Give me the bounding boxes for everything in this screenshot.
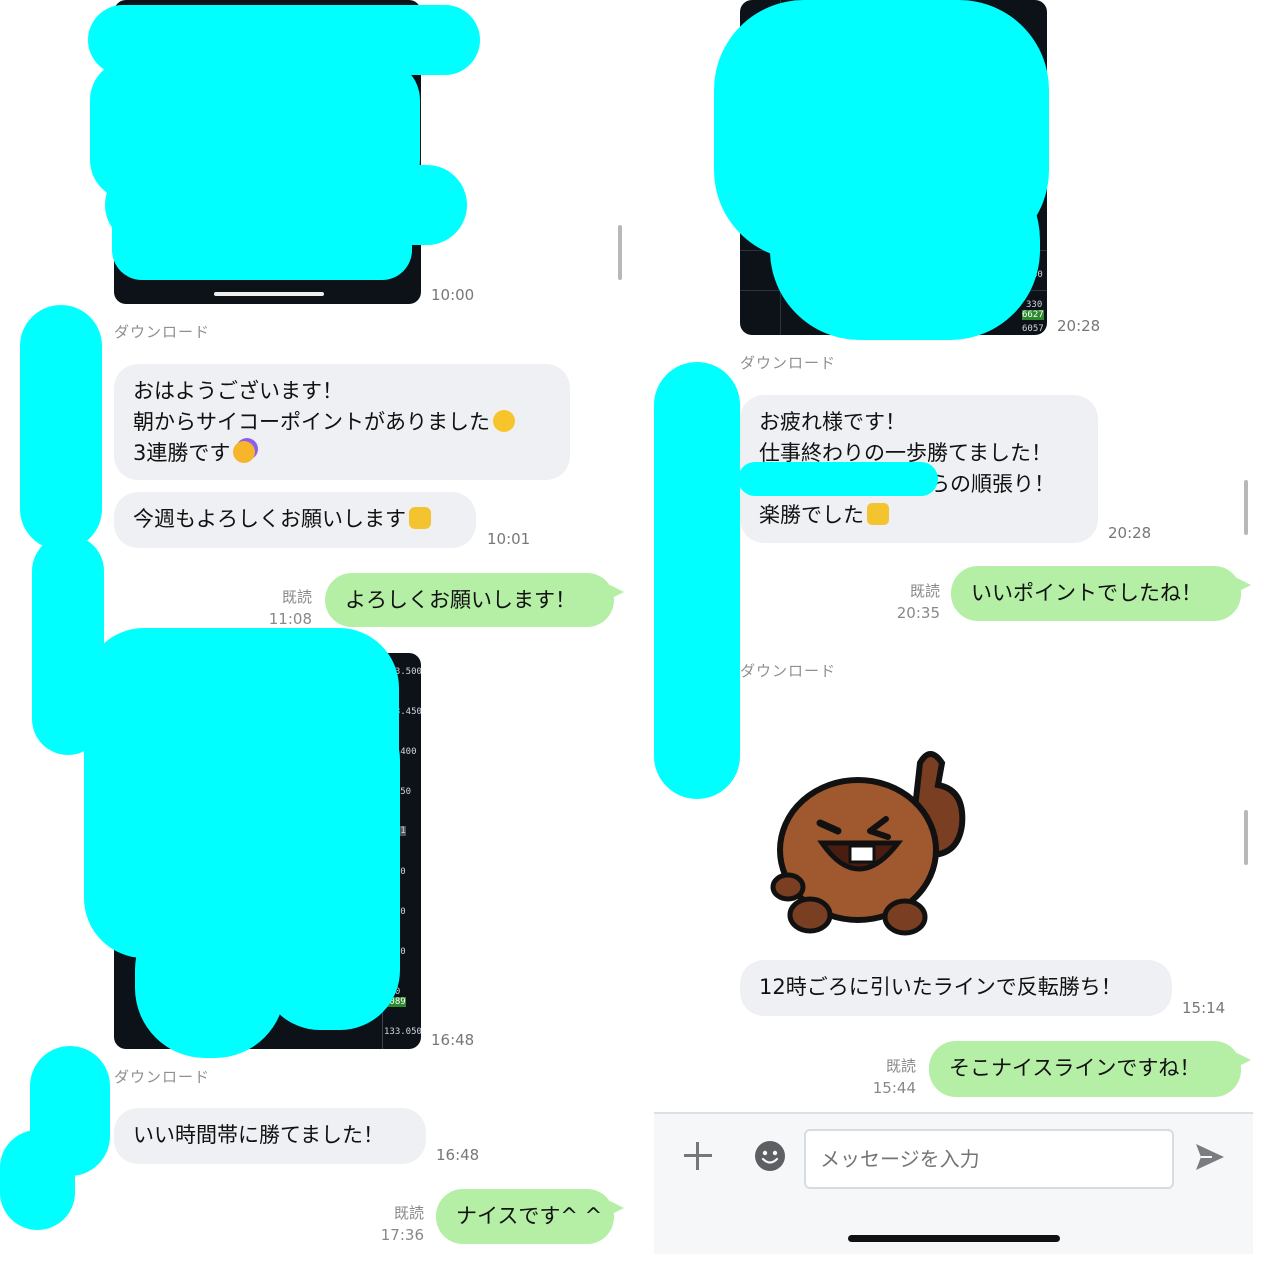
download-link[interactable]: ダウンロード [740,352,836,373]
read-receipt: 既読 20:35 [878,580,940,624]
message-line: 朝からサイコーポイントがありました [133,410,490,434]
message-time: 15:44 [872,1079,916,1097]
message-time: 11:08 [268,610,312,628]
scrollbar[interactable] [1244,810,1248,865]
message-time: 10:01 [487,530,531,548]
plus-icon[interactable] [684,1142,712,1170]
message-text: よろしくお願いします！ [345,588,576,612]
read-label: 既読 [885,1057,916,1075]
message-line: 3連勝です [133,441,231,465]
redaction-blob [738,462,938,496]
home-indicator [848,1235,1060,1242]
sticker-foot [882,898,928,936]
message-text: 今週もよろしくお願いします [133,507,406,531]
outgoing-message-bubble[interactable]: ナイスです^ ^ [436,1189,624,1244]
message-text: いいポイントでしたね！ [971,581,1202,605]
open-hands-emoji [409,507,431,529]
right-chat-panel: 30 330 6627 6057 20:28 ダウンロード お疲れ様です！ 仕事… [640,0,1281,1281]
incoming-message-bubble[interactable]: いい時間帯に勝てました！ [114,1108,426,1164]
tick-label: 6057 [1022,324,1044,334]
message-text: そこナイスラインですね！ [949,1056,1201,1080]
download-link[interactable]: ダウンロード [114,321,210,342]
kissing-face-emoji [493,410,515,432]
tick-label: 330 [1026,300,1043,310]
outgoing-message-bubble[interactable]: そこナイスラインですね！ [929,1041,1251,1097]
tick-label: 133.050 [384,1027,421,1037]
redacted-avatar [20,305,102,550]
message-time: 17:36 [380,1226,424,1244]
sticker-foot [787,896,833,934]
read-receipt: 既読 17:36 [362,1202,424,1246]
outgoing-message-bubble[interactable]: よろしくお願いします！ [325,573,624,627]
message-time: 16:48 [431,1031,475,1049]
message-line: お疲れ様です！ [759,410,906,434]
download-link[interactable]: ダウンロード [114,1066,210,1087]
read-label: 既読 [909,582,940,600]
message-line: 楽勝でした [759,503,864,527]
download-link[interactable]: ダウンロード [740,660,836,681]
smiley-icon[interactable] [754,1140,786,1172]
message-text: 12時ごろに引いたラインで反転勝ち！ [759,975,1122,999]
message-time: 20:28 [1057,317,1101,335]
scrollbar[interactable] [1244,480,1248,535]
input-bar [654,1112,1253,1254]
read-receipt: 既読 15:44 [854,1055,916,1099]
sticker-tooth [848,844,876,864]
tick-label: 6627 [1022,310,1044,320]
message-time: 16:48 [436,1146,480,1164]
scrollbar[interactable] [618,225,622,280]
left-chat-panel: 10:00 ダウンロード おはようございます！ 朝からサイコーポイントがありまし… [0,0,640,1281]
read-receipt: 既読 11:08 [250,586,312,630]
incoming-message-bubble[interactable]: おはようございます！ 朝からサイコーポイントがありました 3連勝です [114,364,570,480]
incoming-message-bubble[interactable]: 今週もよろしくお願いします [114,492,476,548]
plus-icon-bar [696,1142,699,1170]
message-line: おはようございます！ [133,379,343,403]
read-label: 既読 [281,588,312,606]
incoming-message-bubble[interactable]: 12時ごろに引いたラインで反転勝ち！ [740,960,1172,1016]
send-icon[interactable] [1194,1142,1226,1172]
thumbs-up-emoji [867,503,889,525]
read-label: 既読 [393,1204,424,1222]
message-time: 10:00 [431,286,475,304]
message-input[interactable] [804,1129,1174,1189]
message-text: ナイスです^ ^ [456,1204,603,1228]
message-time: 20:35 [896,604,940,622]
shooky-sticker[interactable] [770,745,980,940]
message-time: 15:14 [1182,999,1226,1017]
redacted-avatar [654,362,740,799]
message-time: 20:28 [1108,524,1152,542]
partying-face-emoji [233,441,256,463]
outgoing-message-bubble[interactable]: いいポイントでしたね！ [951,566,1251,621]
redaction-blob [770,150,1040,340]
redaction-blob [112,200,412,280]
message-text: いい時間帯に勝てました！ [133,1123,384,1147]
redaction-blob [260,700,400,1030]
image-scrub-bar [214,292,324,296]
redaction-blob [0,1130,75,1230]
sticker-hand [770,872,806,902]
